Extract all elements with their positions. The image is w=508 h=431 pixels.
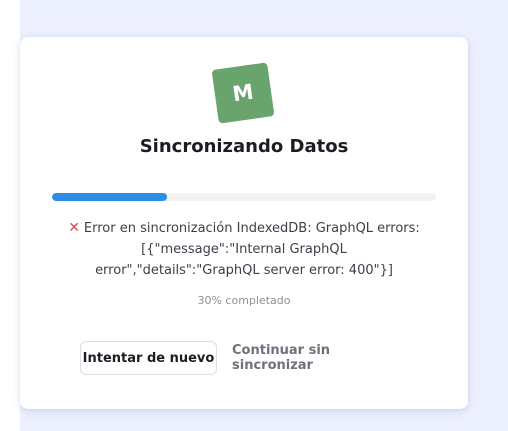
retry-button[interactable]: Intentar de nuevo	[80, 341, 217, 375]
left-strip	[0, 0, 20, 431]
error-message: ✕ Error en sincronización IndexedDB: Grap…	[60, 218, 428, 281]
error-message-text: Error en sincronización IndexedDB: Graph…	[83, 221, 420, 278]
cross-mark-icon: ✕	[68, 220, 80, 236]
page-title: Sincronizando Datos	[139, 136, 349, 157]
progress-bar-fill	[52, 193, 168, 201]
app-logo-letter: M	[230, 79, 256, 107]
app-logo: M	[211, 62, 275, 124]
progress-label: 30% completado	[197, 294, 291, 307]
progress-bar	[52, 193, 436, 201]
sync-screen: M Sincronizando Datos ✕ Error en sincroni…	[0, 0, 508, 431]
continue-without-sync-button[interactable]: Continuar sin sincronizar	[232, 341, 404, 375]
